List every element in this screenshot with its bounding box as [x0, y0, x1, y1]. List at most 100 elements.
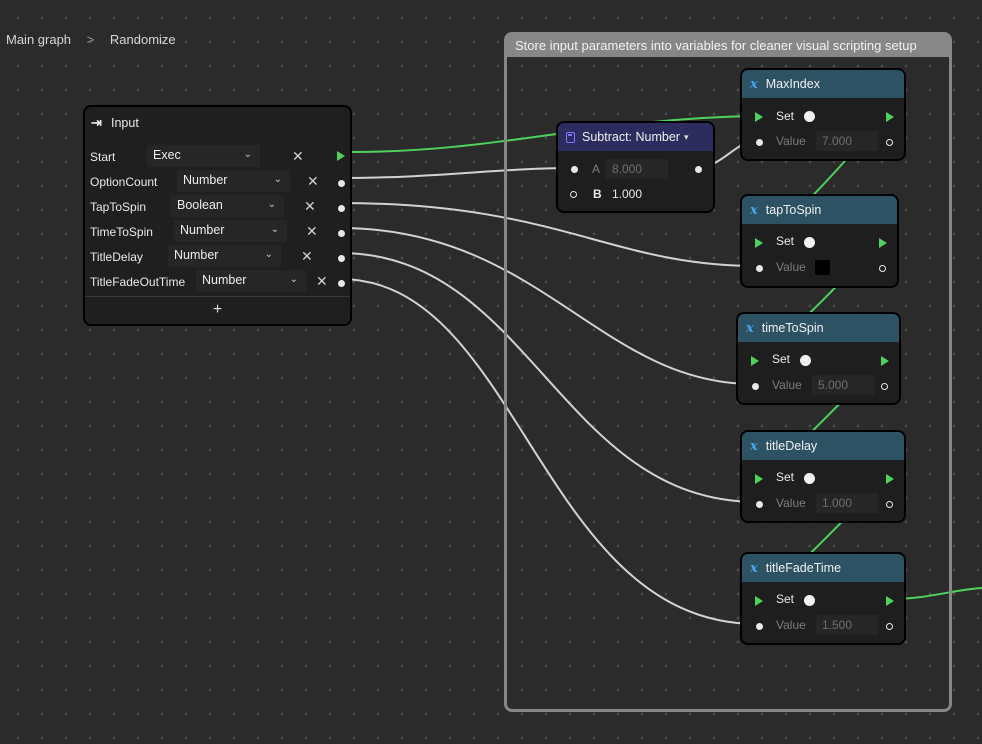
input-a-pin[interactable] — [571, 166, 578, 173]
param-name[interactable]: TitleDelay — [90, 250, 143, 264]
exec-output-pin[interactable] — [886, 596, 894, 606]
value-output-pin[interactable] — [886, 623, 893, 630]
value-output-pin[interactable] — [886, 139, 893, 146]
exec-output-pin[interactable] — [879, 238, 887, 248]
boolean-value-checkbox[interactable] — [815, 260, 830, 275]
set-label: Set — [776, 592, 795, 606]
variable-node-header[interactable]: x timeToSpin — [738, 314, 899, 342]
variable-node-header[interactable]: x titleDelay — [742, 432, 904, 460]
input-a-field[interactable]: 8.000 — [606, 159, 668, 179]
input-node-header[interactable]: ⇥ Input — [85, 107, 350, 137]
value-input-pin[interactable] — [756, 139, 763, 146]
exec-input-pin[interactable] — [751, 356, 759, 366]
delete-param-icon[interactable]: ✕ — [301, 248, 313, 265]
value-label: Value — [772, 378, 802, 392]
delete-param-icon[interactable]: ✕ — [292, 148, 304, 165]
input-node[interactable]: ⇥ Input Start Exec ⌄ ✕ OptionCount Number… — [83, 105, 352, 326]
exec-input-pin[interactable] — [755, 596, 763, 606]
value-output-pin[interactable] — [886, 501, 893, 508]
value-input-pin[interactable] — [756, 265, 763, 272]
input-b-label: B — [593, 187, 602, 201]
exec-input-pin[interactable] — [755, 112, 763, 122]
delete-param-icon[interactable]: ✕ — [304, 198, 316, 215]
group-title[interactable]: Store input parameters into variables fo… — [507, 35, 949, 57]
divider — [85, 296, 350, 297]
set-label: Set — [776, 234, 795, 248]
input-b-value[interactable]: 1.000 — [612, 187, 642, 201]
variable-node-maxindex[interactable]: x MaxIndex Set Value 7.000 — [740, 68, 906, 161]
variable-node-header[interactable]: x MaxIndex — [742, 70, 904, 98]
set-toggle[interactable] — [804, 237, 815, 248]
value-output-pin[interactable] — [879, 265, 886, 272]
variable-node-header[interactable]: x titleFadeTime — [742, 554, 904, 582]
delete-param-icon[interactable]: ✕ — [307, 173, 319, 190]
param-name[interactable]: TitleFadeOutTime — [90, 275, 185, 289]
delete-param-icon[interactable]: ✕ — [306, 223, 318, 240]
param-name[interactable]: TapToSpin — [90, 200, 146, 214]
variable-node-timetospin[interactable]: x timeToSpin Set Value 5.000 — [736, 312, 901, 405]
param-type-dropdown[interactable]: Number ⌄ — [177, 170, 290, 192]
subtract-node-title: Subtract: Number — [582, 130, 680, 144]
value-input-pin[interactable] — [756, 623, 763, 630]
input-a-label: A — [592, 162, 601, 176]
exec-output-pin[interactable] — [337, 151, 345, 161]
result-output-pin[interactable] — [695, 166, 702, 173]
value-input-pin[interactable] — [752, 383, 759, 390]
x-variable-icon: x — [750, 202, 758, 218]
chevron-down-icon: ⌄ — [270, 224, 279, 235]
data-output-pin[interactable] — [338, 205, 345, 212]
add-param-button[interactable]: + — [85, 301, 350, 319]
value-field[interactable]: 7.000 — [816, 131, 878, 151]
delete-param-icon[interactable]: ✕ — [316, 273, 328, 290]
value-field[interactable]: 5.000 — [812, 375, 874, 395]
subtract-node-header[interactable]: Subtract: Number ▾ — [558, 123, 713, 151]
value-field[interactable]: 1.500 — [816, 615, 878, 635]
value-input-pin[interactable] — [756, 501, 763, 508]
set-toggle[interactable] — [804, 473, 815, 484]
chevron-down-icon: ⌄ — [243, 149, 252, 160]
param-name[interactable]: OptionCount — [90, 175, 157, 189]
data-output-pin[interactable] — [338, 180, 345, 187]
chevron-down-icon: ⌄ — [289, 274, 298, 285]
set-label: Set — [776, 470, 795, 484]
param-type-dropdown[interactable]: Number ⌄ — [174, 220, 287, 242]
chevron-down-icon: ⌄ — [273, 174, 282, 185]
param-type-dropdown[interactable]: Number ⌄ — [168, 245, 281, 267]
exec-input-pin[interactable] — [755, 474, 763, 484]
param-name[interactable]: Start — [90, 150, 115, 164]
variable-node-titledelay[interactable]: x titleDelay Set Value 1.000 — [740, 430, 906, 523]
chevron-down-icon[interactable]: ▾ — [684, 132, 689, 143]
param-type-dropdown[interactable]: Exec ⌄ — [147, 145, 260, 167]
exec-output-pin[interactable] — [886, 474, 894, 484]
value-output-pin[interactable] — [881, 383, 888, 390]
exec-output-pin[interactable] — [886, 112, 894, 122]
param-type-dropdown[interactable]: Number ⌄ — [196, 270, 306, 292]
input-param-row: TapToSpin Boolean ⌄ ✕ — [85, 195, 350, 219]
data-output-pin[interactable] — [338, 230, 345, 237]
set-toggle[interactable] — [804, 111, 815, 122]
subtract-node[interactable]: Subtract: Number ▾ A 8.000 B 1.000 — [556, 121, 715, 213]
variable-node-header[interactable]: x tapToSpin — [742, 196, 897, 224]
exec-input-pin[interactable] — [755, 238, 763, 248]
set-label: Set — [776, 109, 795, 123]
variable-node-title: tapToSpin — [765, 203, 822, 217]
input-node-title: Input — [111, 116, 139, 130]
data-output-pin[interactable] — [338, 255, 345, 262]
enter-arrow-icon: ⇥ — [91, 115, 102, 130]
breadcrumb-current[interactable]: Randomize — [110, 32, 176, 47]
set-toggle[interactable] — [804, 595, 815, 606]
x-variable-icon: x — [750, 76, 758, 92]
data-output-pin[interactable] — [338, 280, 345, 287]
set-label: Set — [772, 352, 791, 366]
variable-node-taptospin[interactable]: x tapToSpin Set Value — [740, 194, 899, 288]
breadcrumb-root[interactable]: Main graph — [6, 32, 71, 47]
input-b-pin[interactable] — [570, 191, 577, 198]
set-toggle[interactable] — [800, 355, 811, 366]
value-field[interactable]: 1.000 — [816, 493, 878, 513]
exec-output-pin[interactable] — [881, 356, 889, 366]
variable-node-titlefadetime[interactable]: x titleFadeTime Set Value 1.500 — [740, 552, 906, 645]
value-label: Value — [776, 496, 806, 510]
variable-node-title: titleFadeTime — [765, 561, 842, 575]
param-name[interactable]: TimeToSpin — [90, 225, 153, 239]
param-type-dropdown[interactable]: Boolean ⌄ — [171, 195, 284, 217]
